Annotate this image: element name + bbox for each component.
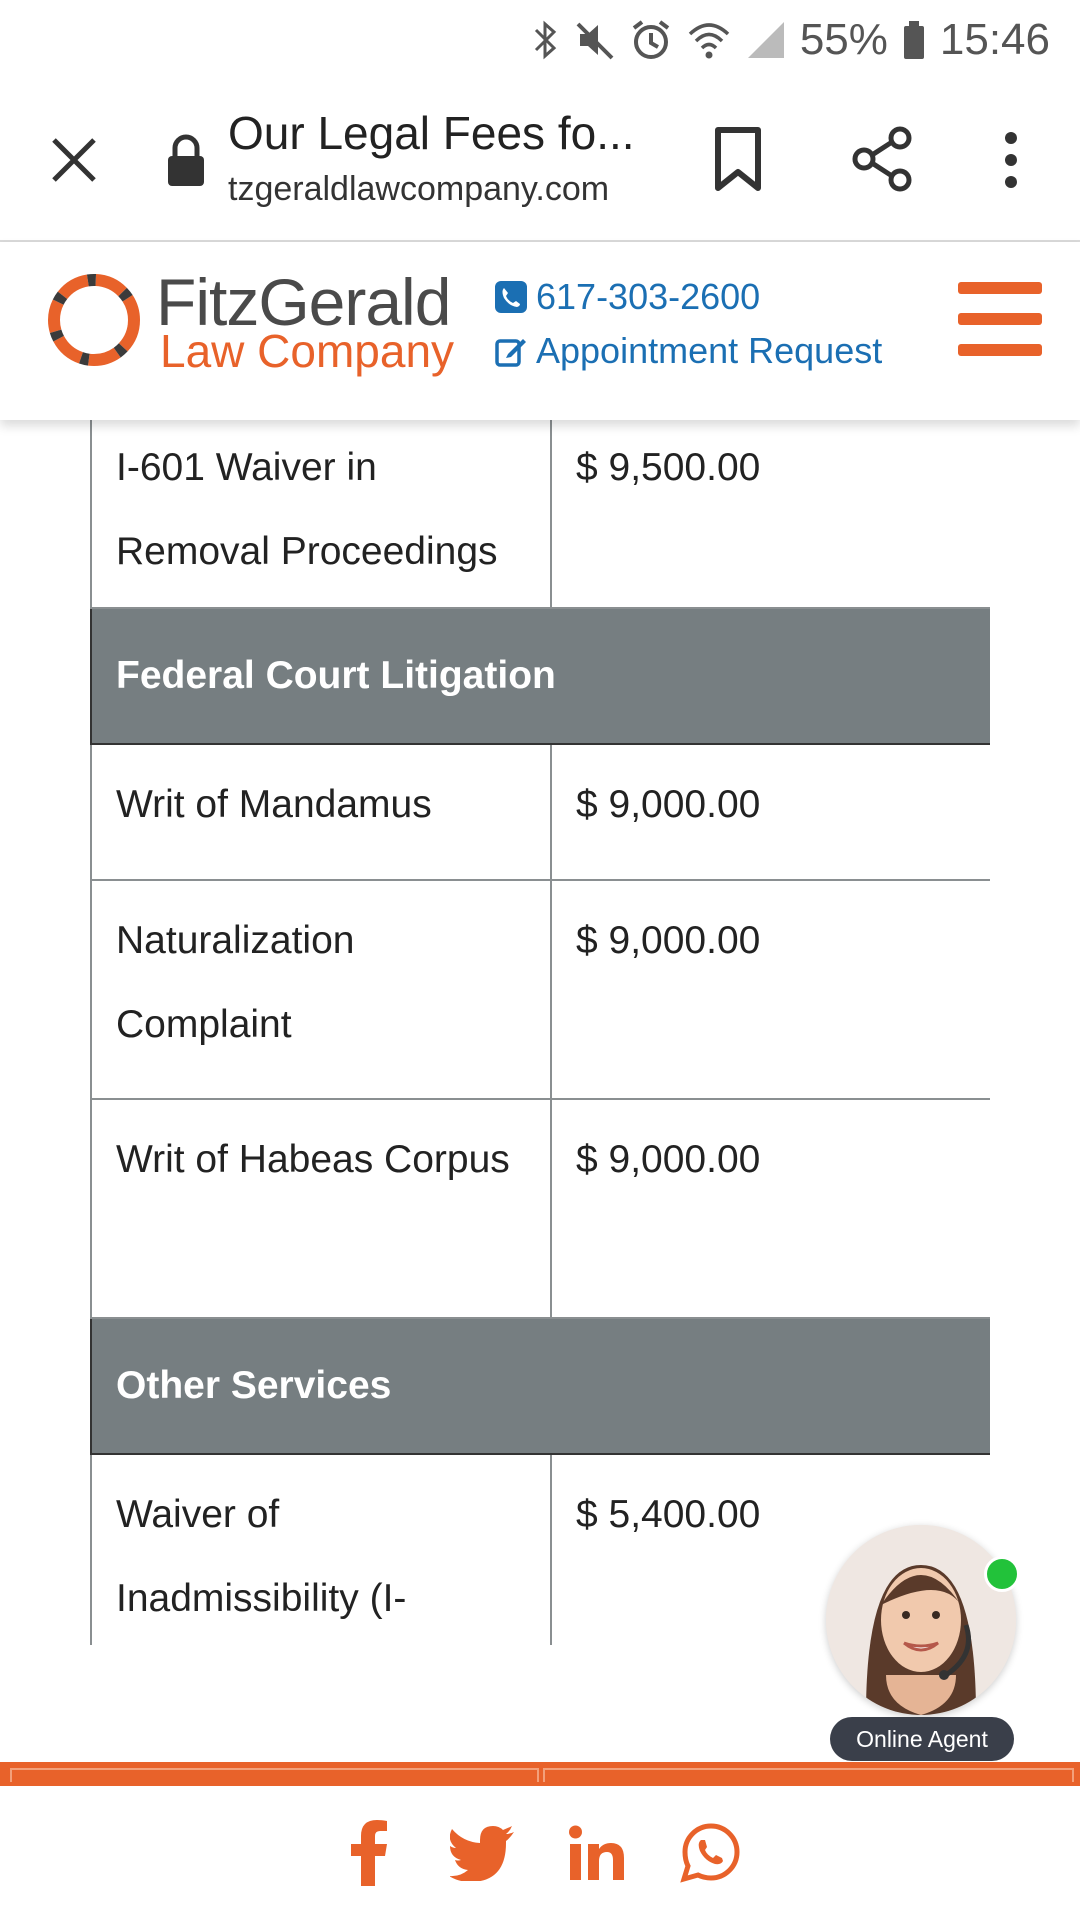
service-cell: Writ of Habeas Corpus [90,1098,552,1319]
bluetooth-icon [534,20,556,60]
footer-divider [0,1762,1080,1786]
facebook-icon[interactable] [334,1818,404,1888]
menu-bar [958,282,1042,294]
fee-cell: $ 9,000.00 [550,879,990,1100]
page-title[interactable]: Our Legal Fees fo... [228,106,635,160]
more-icon[interactable] [990,128,1032,192]
appointment-link[interactable]: Appointment Request [494,330,882,372]
menu-bar [958,313,1042,325]
table-row: Writ of Habeas Corpus $ 9,000.00 [90,1098,990,1319]
fee-cell: $ 9,500.00 [550,420,990,609]
agent-avatar[interactable] [826,1525,1016,1715]
social-bar [0,1786,1080,1920]
table-row: I-601 Waiver in Removal Proceedings $ 9,… [90,420,990,609]
service-cell: Waiver of Inadmissibility (I- [90,1453,552,1645]
logo-icon[interactable] [44,270,144,370]
site-header: FitzGerald Law Company 617-303-2600 Appo… [0,242,1080,420]
whatsapp-icon[interactable] [676,1818,746,1888]
signal-icon [747,22,784,58]
menu-bar [958,344,1042,356]
agent-label[interactable]: Online Agent [830,1717,1014,1761]
close-icon[interactable] [44,130,104,190]
footer-tab [543,1768,1074,1782]
alarm-icon [632,20,670,59]
logo-subtitle[interactable]: Law Company [160,324,454,378]
edit-icon [495,339,526,367]
online-status-dot [984,1556,1020,1592]
battery-percent: 55% [799,15,888,64]
service-cell: Writ of Mandamus [90,743,552,881]
battery-icon [903,21,924,59]
fees-table: I-601 Waiver in Removal Proceedings $ 9,… [90,420,990,1645]
agent-photo [826,1525,1016,1715]
fee-cell: $ 9,000.00 [550,743,990,881]
wifi-icon [688,23,730,59]
mute-icon [576,22,614,60]
fee-cell: $ 9,000.00 [550,1098,990,1319]
url-text[interactable]: tzgeraldlawcompany.com [228,170,609,209]
table-row: Naturalization Complaint $ 9,000.00 [90,879,990,1100]
table-row: Writ of Mandamus $ 9,000.00 [90,743,990,881]
appointment-label: Appointment Request [536,330,883,371]
section-header: Other Services [90,1317,990,1455]
footer-tab [10,1768,539,1782]
linkedin-icon[interactable] [562,1818,632,1888]
browser-toolbar: Our Legal Fees fo... tzgeraldlawcompany.… [0,80,1080,242]
phone-icon [495,281,527,313]
status-bar: 55% 15:46 [0,0,1080,80]
share-icon[interactable] [852,126,914,192]
twitter-icon[interactable] [448,1818,518,1888]
status-icons: 55% 15:46 [530,10,1050,70]
clock: 15:46 [939,15,1050,64]
phone-link[interactable]: 617-303-2600 [494,276,760,318]
service-cell: Naturalization Complaint [90,879,552,1100]
menu-button[interactable] [958,282,1042,358]
phone-number: 617-303-2600 [536,276,761,317]
lock-icon [168,134,204,186]
bookmark-icon[interactable] [710,124,766,194]
section-header: Federal Court Litigation [90,607,990,745]
section-title: Federal Court Litigation [90,607,990,745]
service-cell: I-601 Waiver in Removal Proceedings [90,420,552,609]
section-title: Other Services [90,1317,990,1455]
